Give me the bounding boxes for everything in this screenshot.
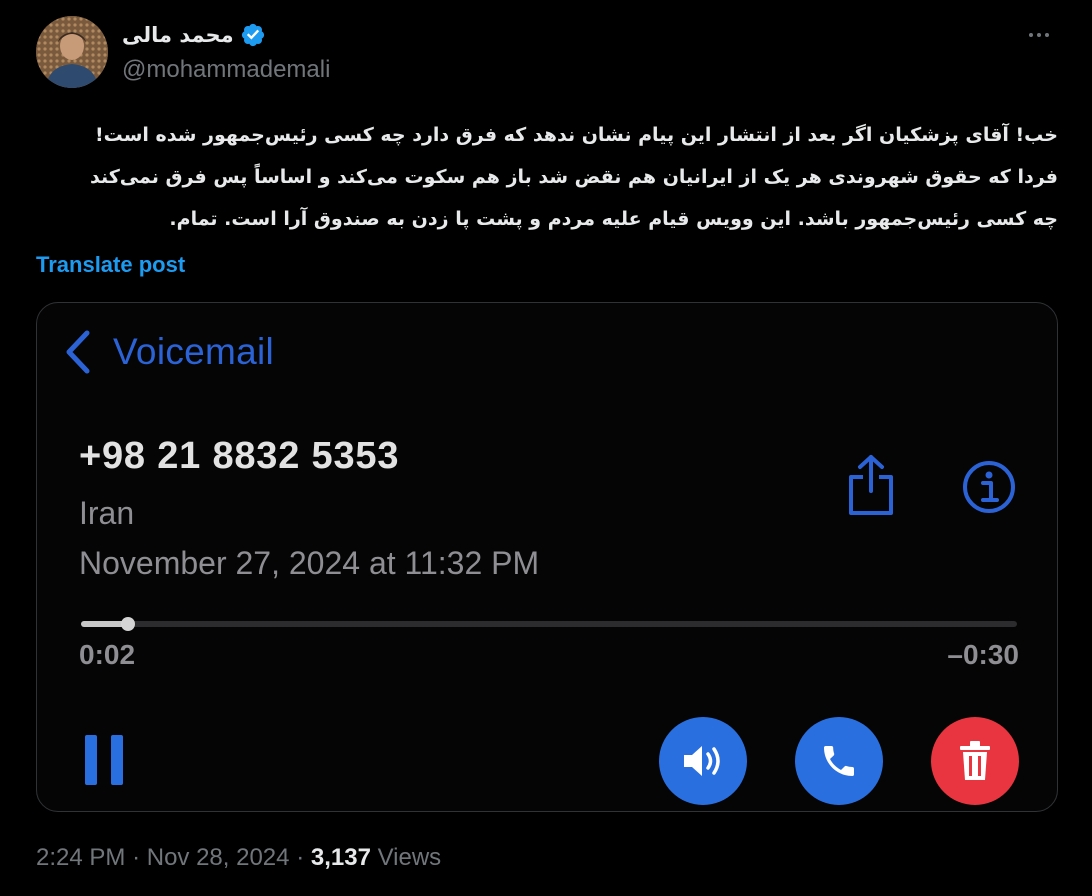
phone-icon bbox=[824, 746, 854, 776]
call-back-button bbox=[795, 717, 883, 805]
views-label: Views bbox=[377, 844, 442, 871]
speaker-button bbox=[659, 717, 747, 805]
voicemail-progress-track bbox=[81, 617, 1017, 631]
tweet-time[interactable]: 2:24 PM bbox=[36, 844, 125, 871]
views-count: 3,137 bbox=[310, 844, 371, 871]
media-card[interactable]: Voicemail +98 21 8832 5353 Iran November… bbox=[36, 302, 1058, 812]
speaker-icon bbox=[684, 746, 720, 776]
trash-icon bbox=[960, 741, 990, 780]
author-name-row[interactable]: محمد مالی bbox=[122, 20, 266, 50]
tweet-text-line: فردا که حقوق شهروندی هر یک از ایرانیان ه… bbox=[90, 166, 1058, 188]
voicemail-elapsed-time: 0:02 bbox=[79, 639, 136, 670]
translate-post-link[interactable]: Translate post bbox=[36, 252, 185, 278]
voicemail-datetime: November 27, 2024 at 11:32 PM bbox=[79, 545, 540, 581]
tweet-meta: 2:24 PM · Nov 28, 2024 · 3,137 Views bbox=[36, 844, 441, 872]
meta-separator: · bbox=[132, 844, 141, 871]
voicemail-phone-number: +98 21 8832 5353 bbox=[79, 435, 400, 477]
more-dot-icon bbox=[1037, 33, 1041, 37]
meta-separator: · bbox=[296, 844, 305, 871]
voicemail-back-label: Voicemail bbox=[113, 331, 275, 372]
info-icon bbox=[963, 461, 1015, 513]
voicemail-back-button: Voicemail bbox=[61, 329, 274, 375]
voicemail-progress-thumb bbox=[120, 617, 135, 631]
voicemail-remaining-time: –0:30 bbox=[947, 639, 1019, 670]
author-display-name[interactable]: محمد مالی bbox=[122, 23, 234, 47]
author-handle[interactable]: @mohammademali bbox=[122, 56, 330, 84]
verified-badge-icon bbox=[241, 23, 264, 47]
author-avatar[interactable] bbox=[36, 16, 108, 88]
more-options-button[interactable] bbox=[1024, 22, 1054, 48]
delete-button bbox=[931, 717, 1019, 805]
voicemail-location: Iran bbox=[79, 495, 135, 531]
more-dot-icon bbox=[1029, 33, 1033, 37]
tweet-text-line: خب! آقای پزشکیان اگر بعد از انتشار این پ… bbox=[94, 124, 1058, 146]
pause-icon bbox=[85, 735, 123, 785]
tweet-date[interactable]: Nov 28, 2024 bbox=[147, 844, 290, 871]
tweet-text: خب! آقای پزشکیان اگر بعد از انتشار این پ… bbox=[36, 114, 1058, 240]
more-dot-icon bbox=[1045, 33, 1049, 37]
tweet-text-line: چه کسی رئیس‌جمهور باشد. این وویس قیام عل… bbox=[169, 208, 1058, 230]
share-icon bbox=[849, 455, 893, 515]
chevron-left-icon bbox=[66, 330, 90, 374]
